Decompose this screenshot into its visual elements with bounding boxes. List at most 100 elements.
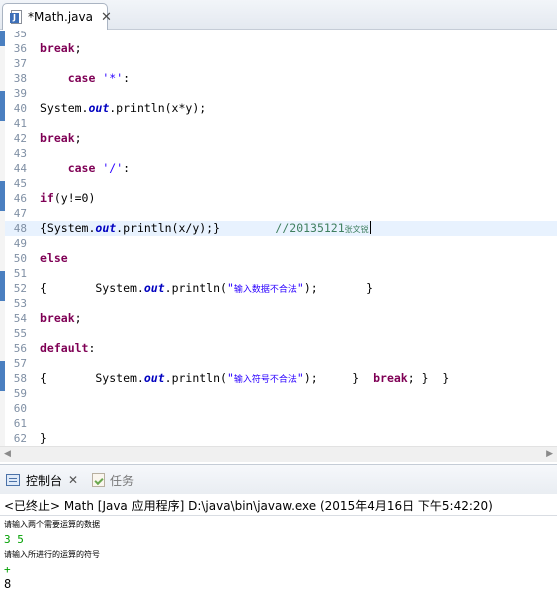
code-text[interactable]: default: [40, 341, 95, 356]
code-token: System. [40, 101, 89, 115]
code-line[interactable]: 42 break; [0, 131, 557, 146]
code-line[interactable]: 61 [0, 416, 557, 431]
text-caret [369, 221, 371, 234]
line-number: 46 [13, 192, 27, 205]
editor-tab-math-java[interactable]: J *Math.java ✕ [2, 3, 112, 30]
code-text[interactable]: break; [40, 131, 82, 146]
code-line[interactable]: 44 case '/': [0, 161, 557, 176]
tab-console-label: 控制台 [26, 473, 63, 488]
code-token: { System. [40, 371, 144, 385]
line-number: 44 [13, 162, 27, 175]
code-text[interactable]: break; [40, 41, 82, 56]
code-line[interactable]: 48 {System.out.println(x/y);} //20135121张… [0, 221, 557, 236]
console-tab-bar: 控制台 ✕ 任务 [0, 464, 557, 494]
code-lines[interactable]: 35 36 break; 37 38 case '*': 39 40 System.out.p… [0, 31, 557, 448]
code-token: break [40, 311, 75, 325]
code-editor[interactable]: 35 36 break; 37 38 case '*': 39 40 System.out.p… [0, 31, 557, 448]
line-number: 61 [13, 417, 27, 430]
code-line[interactable]: 38 case '*': [0, 71, 557, 86]
tab-tasks[interactable]: 任务 [92, 471, 134, 489]
code-line[interactable]: 51 [0, 266, 557, 281]
tab-tasks-label: 任务 [110, 473, 135, 488]
code-line[interactable]: 47 [0, 206, 557, 221]
code-text[interactable]: if(y!=0) [40, 191, 95, 206]
line-number: 52 [13, 282, 27, 295]
code-line[interactable]: 59 [0, 386, 557, 401]
console-icon [6, 474, 20, 486]
line-number: 56 [13, 342, 27, 355]
overview-ruler [0, 31, 5, 448]
console-line: + [4, 563, 11, 576]
code-token: 输入数据不合法 [233, 285, 297, 295]
code-line[interactable]: 62} [0, 431, 557, 446]
editor-tab-bar: J *Math.java ✕ [0, 0, 557, 30]
code-line[interactable]: 53 [0, 296, 557, 311]
code-token: if [40, 191, 54, 205]
line-number: 60 [13, 402, 27, 415]
tab-console[interactable]: 控制台 ✕ [6, 471, 78, 489]
code-text[interactable]: case '*': [40, 71, 130, 86]
code-token: {System. [40, 221, 96, 235]
tasks-icon [92, 473, 105, 487]
code-text[interactable]: System.out.println(x*y); [40, 101, 206, 116]
line-number: 42 [13, 132, 27, 145]
java-file-icon: J [10, 10, 24, 24]
console-output[interactable]: 请输入两个需要运算的数据 3 5 请输入所进行的运算的符号 +8 [0, 516, 557, 603]
code-line[interactable]: 37 [0, 56, 557, 71]
code-line[interactable]: 40 System.out.println(x*y); [0, 101, 557, 116]
close-icon[interactable]: ✕ [68, 473, 78, 487]
code-token: out [88, 101, 110, 115]
line-number: 49 [13, 237, 27, 250]
code-token: " [296, 371, 304, 385]
close-icon[interactable]: ✕ [101, 11, 112, 24]
line-number: 59 [13, 387, 27, 400]
scroll-right-icon[interactable]: ▶ [546, 449, 553, 459]
code-line[interactable]: 50 else [0, 251, 557, 266]
editor-tab-label: *Math.java [28, 10, 93, 24]
code-line[interactable]: 52{ System.out.println("输入数据不合法"); } [0, 281, 557, 296]
code-token: '*' [102, 71, 124, 85]
line-number: 47 [13, 207, 27, 220]
code-token: out [143, 281, 165, 295]
code-token: : [123, 71, 131, 85]
code-token: : [88, 341, 96, 355]
code-line[interactable]: 43 [0, 146, 557, 161]
code-line[interactable]: 55 [0, 326, 557, 341]
code-line[interactable]: 39 [0, 86, 557, 101]
line-number: 54 [13, 312, 27, 325]
horizontal-scrollbar[interactable]: ◀ ▶ [0, 446, 557, 462]
code-token: ; [74, 311, 82, 325]
console-line: 3 5 [4, 533, 24, 546]
code-token: .println(x*y); [109, 101, 207, 115]
line-number: 39 [13, 87, 27, 100]
scroll-left-icon[interactable]: ◀ [4, 449, 11, 459]
code-line[interactable]: 46 if(y!=0) [0, 191, 557, 206]
code-line[interactable]: 58{ System.out.println("输入符号不合法"); } bre… [0, 371, 557, 386]
code-text[interactable]: else [40, 251, 68, 266]
line-number: 45 [13, 177, 27, 190]
code-line[interactable]: 60 [0, 401, 557, 416]
code-token: ; [74, 41, 82, 55]
code-line[interactable]: 35 [0, 31, 557, 41]
code-line[interactable]: 41 [0, 116, 557, 131]
line-number: 62 [13, 432, 27, 445]
code-line[interactable]: 56 default: [0, 341, 557, 356]
code-line[interactable]: 54 break; [0, 311, 557, 326]
line-number: 48 [13, 222, 27, 235]
console-status: <已终止> Math [Java 应用程序] D:\java\bin\javaw… [4, 499, 493, 513]
code-token: .println( [164, 281, 227, 295]
line-number: 57 [13, 357, 27, 370]
code-token: //20135121 [275, 221, 345, 235]
code-text[interactable]: break; [40, 311, 82, 326]
line-number: 38 [13, 72, 27, 85]
code-line[interactable]: 57 [0, 356, 557, 371]
code-text[interactable]: } [40, 431, 47, 446]
code-line[interactable]: 49 [0, 236, 557, 251]
code-text[interactable]: case '/': [40, 161, 130, 176]
code-line[interactable]: 45 [0, 176, 557, 191]
code-token: ); } [303, 371, 374, 385]
code-text[interactable]: {System.out.println(x/y);} //20135121张文锐 [40, 221, 371, 237]
code-line[interactable]: 36 break; [0, 41, 557, 56]
